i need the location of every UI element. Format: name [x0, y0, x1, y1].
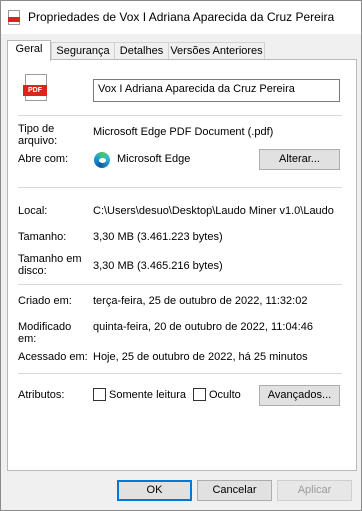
separator: [18, 187, 342, 188]
advanced-button[interactable]: Avançados...: [259, 385, 340, 406]
file-name-input[interactable]: Vox I Adriana Aparecida da Cruz Pereira: [93, 79, 340, 102]
type-value: Microsoft Edge PDF Document (.pdf): [93, 126, 274, 138]
location-label: Local:: [18, 205, 48, 217]
created-label: Criado em:: [18, 295, 72, 307]
separator: [18, 284, 342, 285]
readonly-label[interactable]: Somente leitura: [109, 389, 186, 401]
apply-button[interactable]: Aplicar: [277, 480, 352, 501]
tab-seguranca[interactable]: Segurança: [51, 42, 115, 60]
size-on-disk-value: 3,30 MB (3.465.216 bytes): [93, 260, 223, 272]
cancel-button[interactable]: Cancelar: [197, 480, 272, 501]
location-value: C:\Users\desuo\Desktop\Laudo Miner v1.0\…: [93, 205, 334, 217]
readonly-checkbox[interactable]: [93, 388, 106, 401]
pdf-icon-label: PDF: [23, 85, 47, 96]
dialog-footer: OK Cancelar Aplicar: [1, 473, 361, 510]
window-title: Propriedades de Vox I Adriana Aparecida …: [28, 10, 335, 24]
tab-geral[interactable]: Geral: [7, 40, 51, 61]
size-label: Tamanho:: [18, 231, 67, 243]
accessed-value: Hoje, 25 de outubro de 2022, há 25 minut…: [93, 351, 308, 363]
title-bar[interactable]: Propriedades de Vox I Adriana Aparecida …: [1, 1, 361, 34]
pdf-file-icon: PDF: [23, 74, 47, 101]
general-tab-panel: PDF Vox I Adriana Aparecida da Cruz Pere…: [7, 59, 357, 471]
separator: [18, 373, 342, 374]
opens-with-label: Abre com:: [18, 153, 69, 165]
pdf-file-icon: [8, 10, 20, 25]
attributes-label: Atributos:: [18, 389, 65, 401]
hidden-checkbox[interactable]: [193, 388, 206, 401]
microsoft-edge-icon: [94, 152, 110, 168]
properties-dialog: Propriedades de Vox I Adriana Aparecida …: [0, 0, 362, 511]
created-value: terça-feira, 25 de outubro de 2022, 11:3…: [93, 295, 308, 307]
change-button[interactable]: Alterar...: [259, 149, 340, 170]
size-on-disk-label: Tamanho em disco:: [18, 253, 82, 277]
ok-button[interactable]: OK: [117, 480, 192, 501]
opens-with-value: Microsoft Edge: [117, 153, 191, 165]
modified-value: quinta-feira, 20 de outubro de 2022, 11:…: [93, 321, 313, 333]
size-value: 3,30 MB (3.461.223 bytes): [93, 231, 223, 243]
separator: [18, 115, 342, 116]
modified-label: Modificado em:: [18, 321, 72, 345]
accessed-label: Acessado em:: [18, 351, 88, 363]
type-label: Tipo de arquivo:: [18, 123, 58, 147]
tab-detalhes[interactable]: Detalhes: [114, 42, 169, 60]
hidden-label[interactable]: Oculto: [209, 389, 241, 401]
tab-versoes-anteriores[interactable]: Versões Anteriores: [168, 42, 265, 60]
